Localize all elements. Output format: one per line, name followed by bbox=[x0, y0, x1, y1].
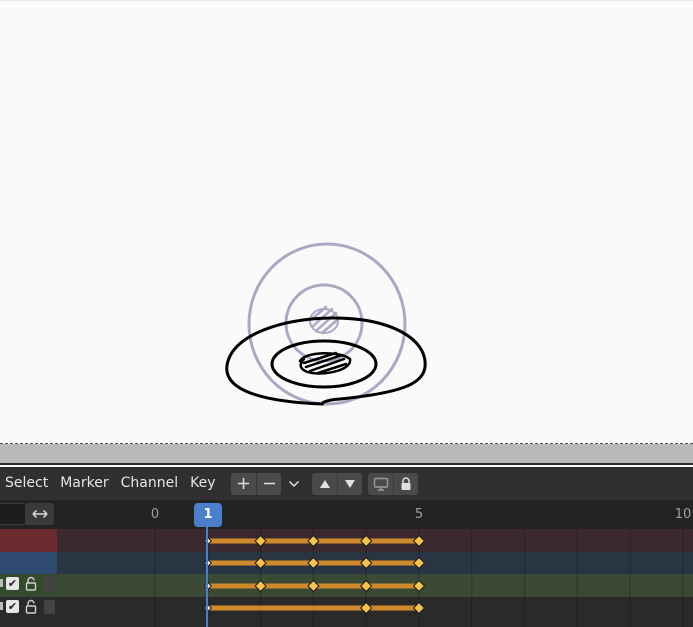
keyframe-diamond[interactable] bbox=[307, 534, 320, 548]
keyframe-hold-bar bbox=[313, 583, 367, 589]
channel-search-field[interactable] bbox=[0, 503, 26, 525]
keyframe-diamond[interactable] bbox=[412, 601, 426, 615]
keyframe-diamond[interactable] bbox=[412, 579, 426, 593]
move-layer-down-button[interactable] bbox=[337, 472, 362, 495]
keyframe-diamond[interactable] bbox=[359, 601, 373, 615]
center-scribble bbox=[298, 351, 352, 375]
inner-loop-stroke bbox=[270, 339, 378, 389]
keyframe-hold-bar bbox=[207, 583, 261, 589]
timeline-ruler[interactable]: 0 5 10 bbox=[0, 500, 693, 529]
menu-key[interactable]: Key bbox=[184, 467, 221, 500]
frame-label-0: 0 bbox=[150, 507, 160, 522]
chevron-down-icon bbox=[288, 480, 300, 487]
keyframe-hold-bar bbox=[207, 538, 261, 544]
dopesheet-header: Select Marker Channel Key bbox=[0, 467, 693, 500]
layer-options-dropdown[interactable] bbox=[281, 473, 306, 495]
frame-label-10: 10 bbox=[674, 507, 692, 522]
keyframe-hold-bar bbox=[366, 560, 419, 566]
keyframe-hold-bar bbox=[366, 583, 419, 589]
area-divider[interactable] bbox=[0, 444, 693, 465]
current-frame-indicator[interactable]: 1 bbox=[194, 503, 222, 527]
keyframe-diamond[interactable] bbox=[412, 556, 426, 570]
keyframe-hold-bar bbox=[313, 538, 367, 544]
menu-select[interactable]: Select bbox=[0, 467, 54, 500]
swap-button[interactable] bbox=[25, 503, 54, 525]
keyframe-diamond[interactable] bbox=[359, 556, 373, 570]
playhead-line[interactable] bbox=[206, 527, 208, 627]
keyframe-diamond[interactable] bbox=[359, 579, 373, 593]
keyframe-diamond[interactable] bbox=[412, 534, 426, 548]
viewport-canvas[interactable] bbox=[0, 0, 693, 443]
layer-display-group bbox=[368, 472, 419, 495]
triangle-down-icon bbox=[345, 479, 356, 488]
keyframe-area[interactable] bbox=[0, 529, 693, 627]
keyframe-diamond[interactable] bbox=[307, 556, 320, 570]
frame-label-5: 5 bbox=[414, 507, 424, 522]
keyframe-hold-bar bbox=[207, 605, 367, 611]
display-toggle-button[interactable] bbox=[368, 473, 393, 495]
lock-icon bbox=[401, 476, 411, 490]
keyframe-hold-bar bbox=[260, 538, 314, 544]
keyframe-hold-bar bbox=[207, 560, 261, 566]
plus-icon bbox=[238, 478, 250, 489]
monitor-icon bbox=[373, 477, 389, 491]
menu-marker[interactable]: Marker bbox=[54, 467, 114, 500]
menu-channel[interactable]: Channel bbox=[115, 467, 184, 500]
layer-move-group bbox=[312, 472, 363, 495]
layer-add-remove-group bbox=[231, 472, 282, 495]
app-window: Select Marker Channel Key 0 5 10 ✔ ✔ 1 bbox=[0, 0, 693, 627]
lock-toggle-button[interactable] bbox=[393, 472, 418, 495]
keyframe-hold-bar bbox=[260, 560, 314, 566]
keyframe-diamond[interactable] bbox=[254, 579, 267, 593]
minus-icon bbox=[263, 482, 275, 485]
keyframe-hold-bar bbox=[366, 605, 419, 611]
keyframe-diamond[interactable] bbox=[307, 579, 320, 593]
move-layer-up-button[interactable] bbox=[312, 473, 337, 495]
keyframe-hold-bar bbox=[260, 583, 314, 589]
drawing-canvas bbox=[225, 242, 427, 406]
keyframe-hold-bar bbox=[366, 538, 419, 544]
add-layer-button[interactable] bbox=[231, 473, 256, 495]
triangle-up-icon bbox=[319, 479, 330, 488]
keyframe-diamond[interactable] bbox=[359, 534, 373, 548]
onion-center bbox=[309, 308, 339, 334]
keyframe-hold-bar bbox=[313, 560, 367, 566]
keyframe-diamond[interactable] bbox=[254, 556, 267, 570]
remove-layer-button[interactable] bbox=[256, 472, 281, 495]
arrows-horizontal-icon bbox=[31, 509, 48, 519]
keyframe-diamond[interactable] bbox=[254, 534, 267, 548]
